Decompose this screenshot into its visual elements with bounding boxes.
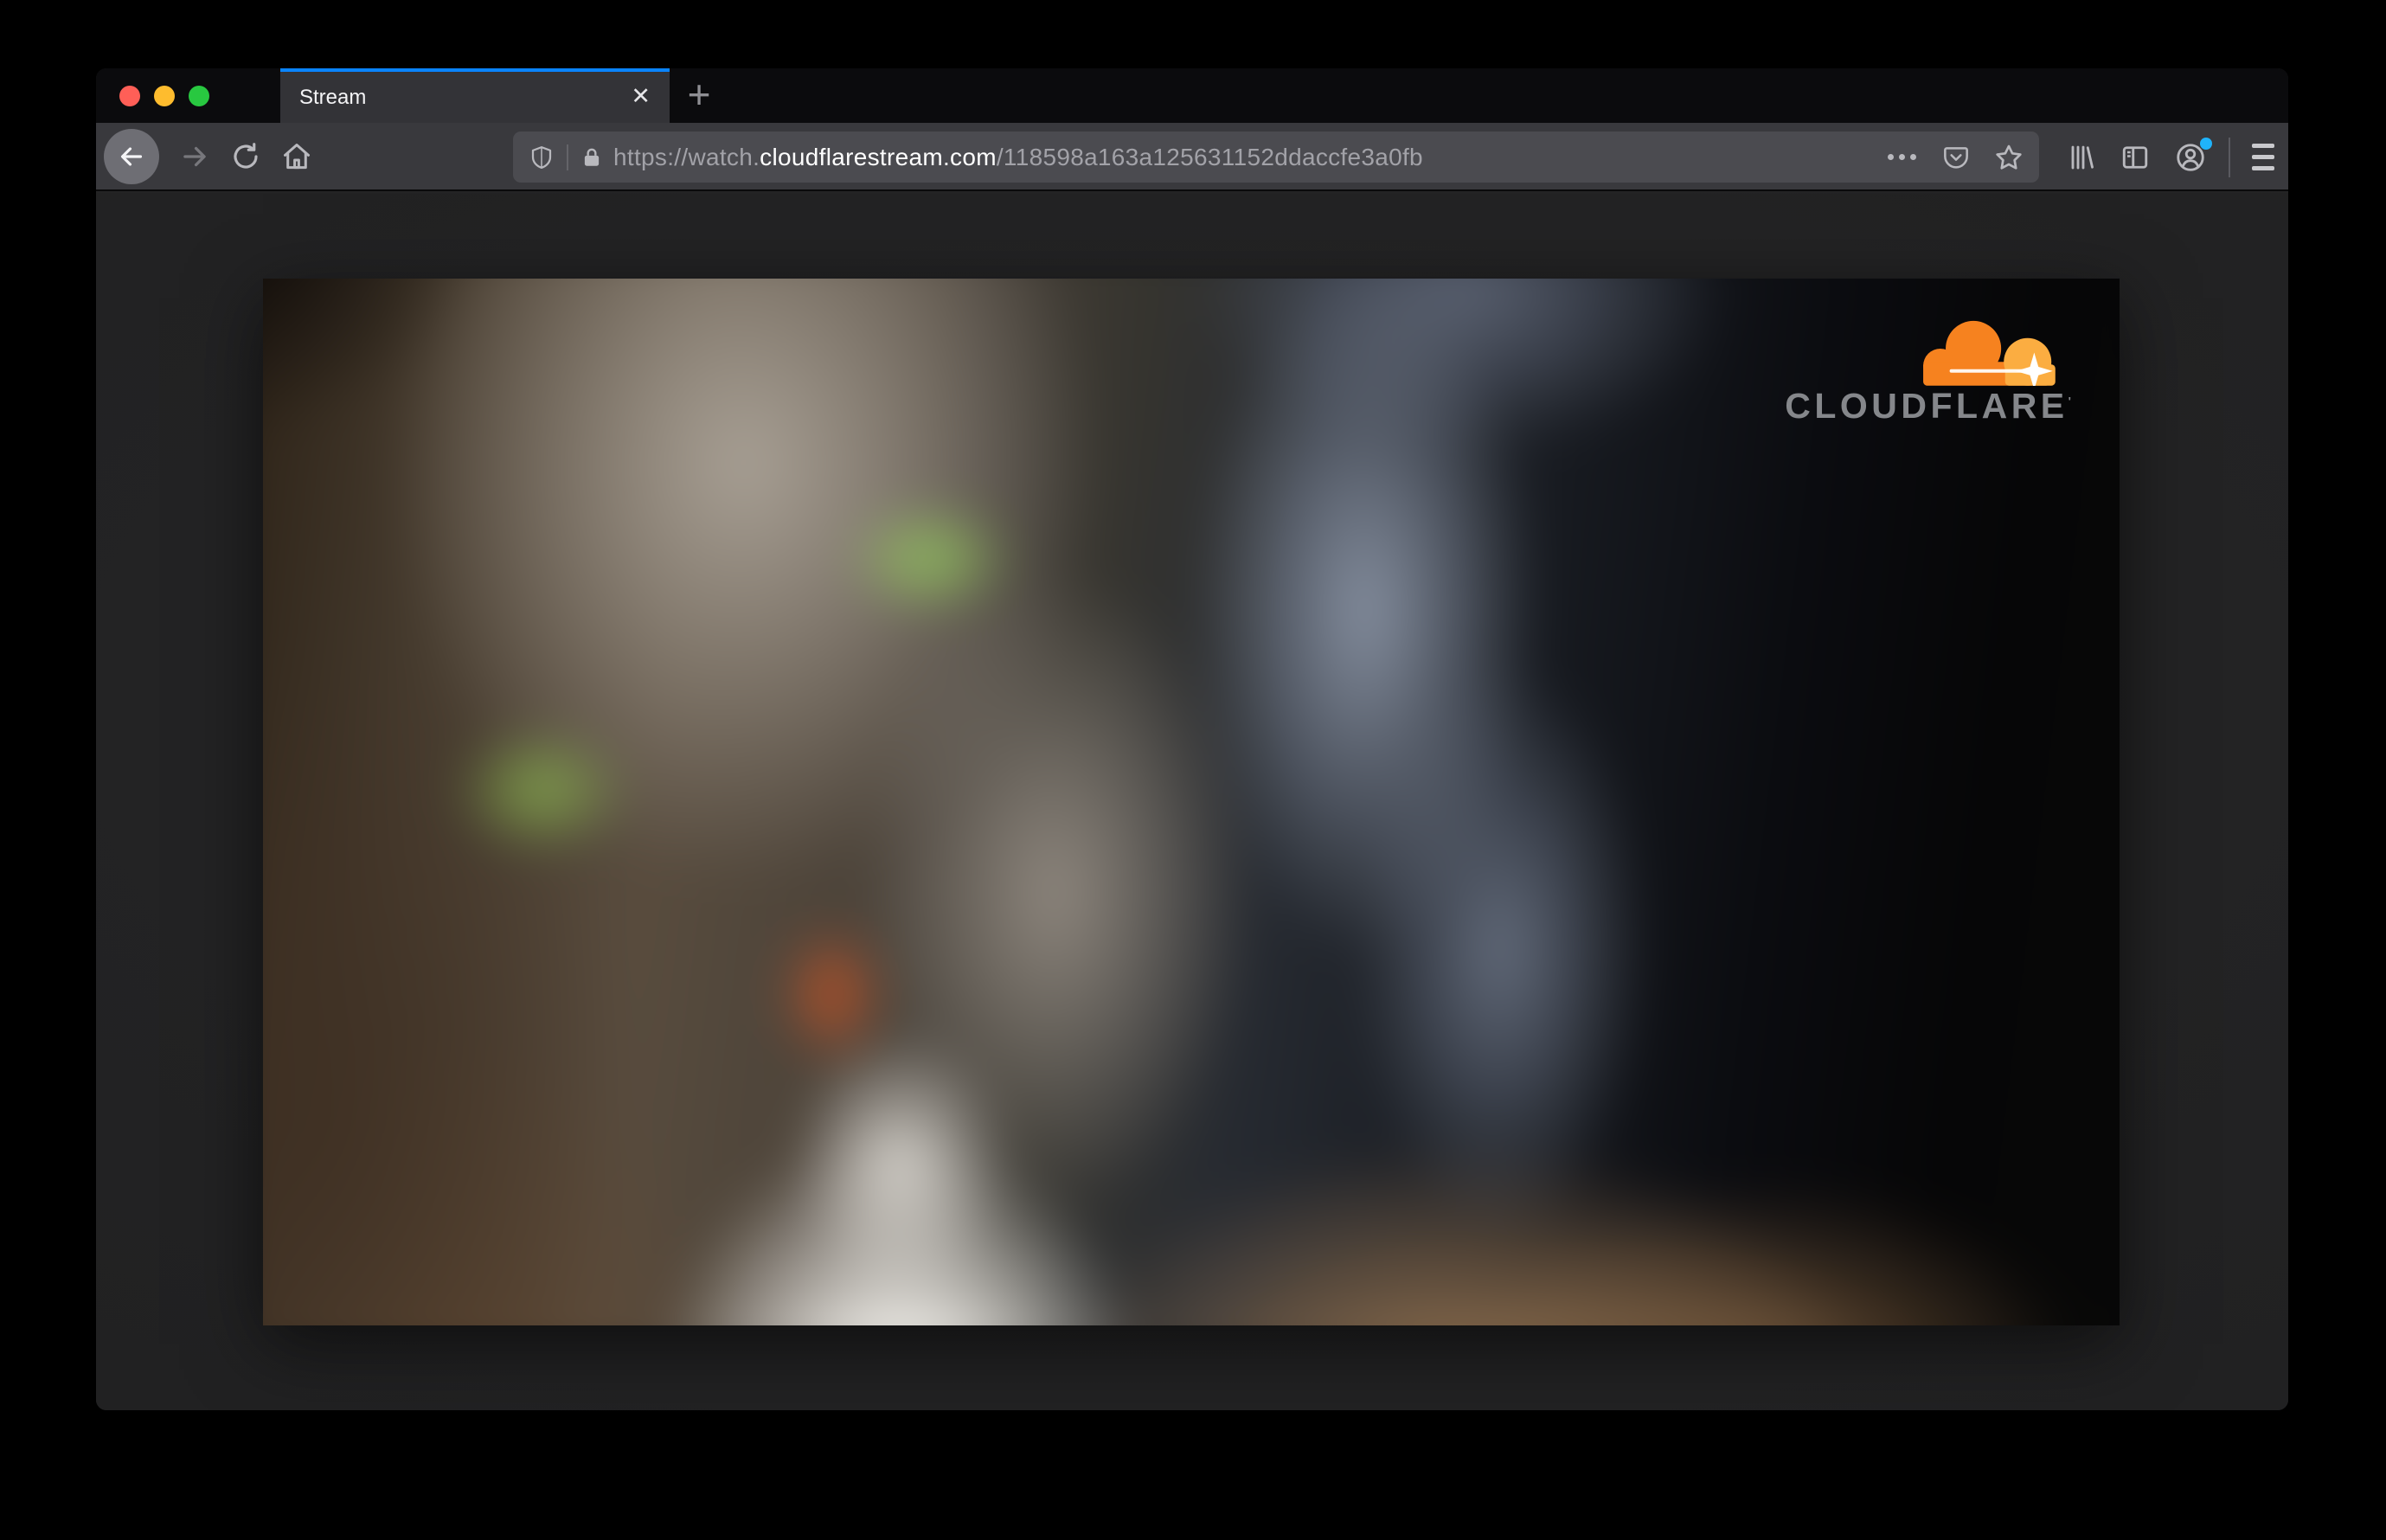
nav-buttons bbox=[96, 123, 313, 189]
page-actions-icon[interactable] bbox=[1888, 154, 1916, 160]
url-bar[interactable]: https://watch.cloudflarestream.com/11859… bbox=[513, 132, 2039, 183]
account-icon[interactable] bbox=[2174, 137, 2212, 174]
tab-bar: Stream ✕ + bbox=[96, 68, 2288, 123]
browser-window: Stream ✕ + https://watch.cloudflarestrea… bbox=[96, 68, 2288, 1410]
window-controls bbox=[119, 68, 209, 123]
navigation-toolbar: https://watch.cloudflarestream.com/11859… bbox=[96, 123, 2288, 191]
pocket-save-icon[interactable] bbox=[1942, 144, 1970, 171]
close-tab-icon[interactable]: ✕ bbox=[631, 68, 651, 123]
cloudflare-cloud-icon bbox=[1923, 320, 2056, 386]
toolbar-right-icons bbox=[2042, 123, 2274, 191]
fullscreen-window-button[interactable] bbox=[189, 85, 209, 106]
menu-hamburger-icon[interactable] bbox=[2252, 144, 2274, 170]
tab-stream[interactable]: Stream ✕ bbox=[280, 68, 670, 123]
url-domain: cloudflarestream.com bbox=[760, 143, 997, 170]
home-button[interactable] bbox=[280, 140, 313, 173]
url-scheme: https://watch. bbox=[613, 143, 760, 170]
account-notification-dot bbox=[2200, 137, 2212, 150]
tab-title: Stream bbox=[299, 86, 367, 109]
video-player[interactable]: CLOUDFLARE' bbox=[263, 279, 2120, 1325]
library-icon[interactable] bbox=[2065, 142, 2096, 173]
back-button[interactable] bbox=[104, 128, 159, 184]
lock-icon[interactable] bbox=[580, 144, 603, 170]
toolbar-separator bbox=[2229, 137, 2230, 177]
back-arrow-icon bbox=[116, 141, 147, 172]
new-tab-button[interactable]: + bbox=[682, 68, 716, 123]
video-frame-cat bbox=[263, 279, 2120, 1325]
forward-button[interactable] bbox=[178, 140, 211, 173]
urlbar-separator bbox=[567, 144, 568, 170]
cloudflare-logo: CLOUDFLARE' bbox=[1768, 317, 2071, 427]
reload-button[interactable] bbox=[230, 141, 261, 172]
bookmark-star-icon[interactable] bbox=[1994, 143, 2024, 172]
minimize-window-button[interactable] bbox=[154, 85, 175, 106]
close-window-button[interactable] bbox=[119, 85, 140, 106]
desktop-background: Stream ✕ + https://watch.cloudflarestrea… bbox=[0, 0, 2386, 1540]
url-path: /118598a163a125631152ddaccfe3a0fb bbox=[996, 143, 1423, 170]
tracking-protection-shield-icon[interactable] bbox=[529, 143, 555, 172]
sidebar-toggle-icon[interactable] bbox=[2120, 142, 2151, 173]
cloudflare-wordmark: CLOUDFLARE' bbox=[1785, 386, 2071, 426]
url-text: https://watch.cloudflarestream.com/11859… bbox=[613, 144, 1423, 171]
page-content: CLOUDFLARE' bbox=[96, 193, 2288, 1410]
